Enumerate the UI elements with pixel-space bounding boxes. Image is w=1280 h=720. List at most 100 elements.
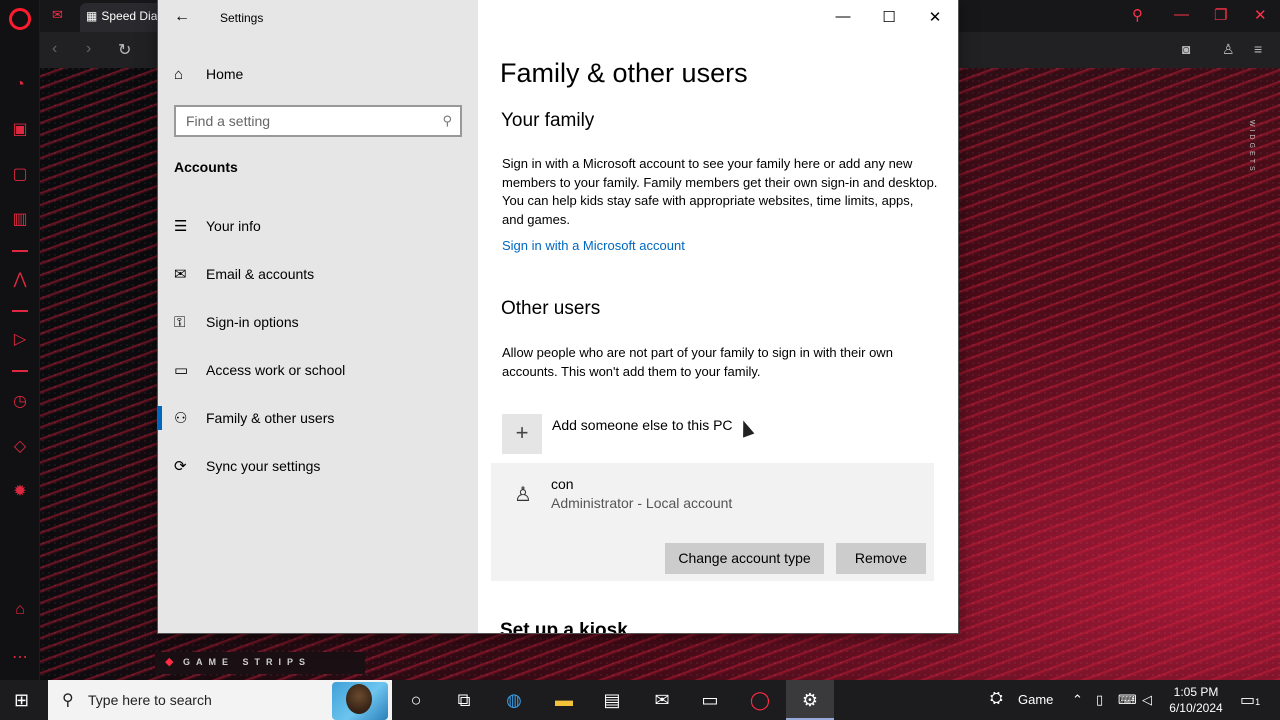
accounts-nav-list: ☰ Your info ✉ Email & accounts ⚿ Sign-in…: [158, 202, 478, 490]
cortana-icon[interactable]: ○: [392, 680, 440, 720]
notification-count: 1: [1255, 697, 1261, 707]
nav-item-sign-in-options[interactable]: ⚿ Sign-in options: [158, 298, 478, 346]
terminal-icon[interactable]: ▭: [686, 680, 734, 720]
cube-icon[interactable]: ◇: [10, 437, 30, 457]
opera-logo-icon[interactable]: [9, 8, 31, 30]
mouse-cursor-icon: [737, 418, 755, 438]
add-someone-button[interactable]: + Add someone else to this PC: [502, 414, 733, 454]
search-icon: ⚲: [62, 692, 74, 709]
task-view-icon[interactable]: ⧉: [440, 680, 488, 720]
edge-icon[interactable]: ◍: [490, 680, 538, 720]
hockey-icon[interactable]: ⛭: [990, 690, 1003, 708]
user-account-card[interactable]: ♙ con Administrator - Local account Chan…: [491, 463, 934, 581]
kiosk-heading: Set up a kiosk: [500, 620, 628, 633]
weather-label[interactable]: Game: [1018, 692, 1053, 707]
user-name: con: [551, 476, 574, 492]
maximize-icon[interactable]: ☐: [879, 8, 899, 26]
nav-item-email-accounts[interactable]: ✉ Email & accounts: [158, 250, 478, 298]
home-label: Home: [206, 66, 244, 82]
home-nav-item[interactable]: ⌂ Home: [174, 62, 243, 86]
window-title: Settings: [220, 11, 264, 25]
opera-gx-icon[interactable]: ◯: [736, 680, 784, 720]
network-icon[interactable]: ⌨: [1118, 692, 1137, 708]
chevron-up-icon[interactable]: ⌃: [1072, 692, 1083, 708]
add-someone-label: Add someone else to this PC: [552, 417, 733, 433]
home-icon: ⌂: [174, 65, 184, 83]
volume-muted-icon[interactable]: ◁: [1142, 692, 1152, 708]
nav-label: Access work or school: [206, 362, 346, 378]
search-icon[interactable]: ⚲: [442, 113, 452, 129]
minimize-icon[interactable]: —: [833, 8, 853, 25]
video-player-icon[interactable]: ▥: [10, 210, 30, 230]
settings-gear-icon[interactable]: ⚙: [786, 680, 834, 720]
nav-item-sync-settings[interactable]: ⟳ Sync your settings: [158, 442, 478, 490]
remove-button[interactable]: Remove: [836, 543, 926, 574]
bag-icon[interactable]: ▣: [10, 120, 30, 140]
nav-label: Sync your settings: [206, 458, 321, 474]
forward-icon[interactable]: ›: [86, 40, 91, 58]
taskbar-search-input[interactable]: ⚲ Type here to search: [48, 680, 392, 720]
mail-icon[interactable]: ✉: [638, 680, 686, 720]
restore-icon[interactable]: ❐: [1214, 6, 1227, 24]
windows-start-icon[interactable]: ⊞: [14, 690, 29, 711]
search-tabs-icon[interactable]: ⚲: [1132, 6, 1143, 24]
microsoft-sign-in-link[interactable]: Sign in with a Microsoft account: [502, 238, 685, 253]
device-icon[interactable]: ▯: [1096, 692, 1103, 708]
nav-item-your-info[interactable]: ☰ Your info: [158, 202, 478, 250]
speedometer-icon[interactable]: ◔: [10, 75, 30, 95]
reload-icon[interactable]: ↻: [118, 40, 131, 60]
your-family-heading: Your family: [501, 110, 595, 131]
nav-label: Email & accounts: [206, 266, 315, 282]
your-family-description: Sign in with a Microsoft account to see …: [502, 156, 938, 227]
settings-content-pane: — ☐ ✕ Family & other users Your family S…: [478, 0, 958, 633]
settings-window: ← Settings ⌂ Home Find a setting ⚲ Accou…: [158, 0, 958, 633]
back-icon[interactable]: ‹: [52, 40, 57, 58]
menu-icon[interactable]: ≡: [1254, 41, 1262, 57]
store-icon[interactable]: ▤: [588, 680, 636, 720]
file-explorer-icon[interactable]: ▬: [540, 680, 588, 720]
plus-icon: +: [502, 414, 542, 454]
search-highlight-image[interactable]: [332, 682, 388, 720]
user-avatar-icon: ♙: [503, 475, 543, 515]
people-icon: ⚇: [174, 410, 188, 427]
search-placeholder: Find a setting: [186, 113, 271, 129]
section-title: Accounts: [174, 159, 238, 175]
windows-taskbar: ⊞ ⚲ Type here to search ○ ⧉ ◍ ▬ ▤ ✉ ▭ ◯ …: [0, 680, 1280, 720]
gamepad-icon[interactable]: ✉: [52, 7, 68, 23]
player-icon[interactable]: ▷: [10, 330, 30, 350]
taskbar-clock[interactable]: 1:05 PM 6/10/2024: [1166, 684, 1226, 716]
nav-item-access-work[interactable]: ▭ Access work or school: [158, 346, 478, 394]
account-icon[interactable]: ♙: [1222, 41, 1235, 58]
widgets-label[interactable]: WIDGETS: [1241, 120, 1255, 220]
more-icon[interactable]: ⋯: [10, 648, 30, 668]
notification-center-icon[interactable]: ▭1: [1240, 690, 1260, 710]
back-arrow-icon[interactable]: ←: [174, 8, 190, 26]
page-title: Family & other users: [500, 58, 748, 88]
clock-time: 1:05 PM: [1173, 685, 1219, 699]
aria-icon[interactable]: ⋀: [10, 270, 30, 290]
nav-label: Your info: [206, 218, 261, 234]
sidebar-divider: [12, 370, 28, 372]
settings-gear-icon[interactable]: ✹: [10, 482, 30, 502]
other-users-description: Allow people who are not part of your fa…: [502, 345, 893, 379]
grid-icon: ▦: [86, 9, 98, 23]
twitch-icon[interactable]: ▢: [10, 165, 30, 185]
user-account-type: Administrator - Local account: [551, 495, 733, 511]
settings-search-input[interactable]: Find a setting ⚲: [174, 105, 462, 137]
camera-icon[interactable]: ◙: [1182, 41, 1190, 57]
close-icon[interactable]: ✕: [1254, 6, 1267, 24]
sync-icon: ⟳: [174, 458, 187, 475]
nav-item-family-other-users[interactable]: ⚇ Family & other users: [158, 394, 478, 442]
sidebar-divider: [12, 310, 28, 312]
game-strips-banner[interactable]: ◆ GAME STRIPS: [155, 652, 365, 674]
opera-sidebar: ◔ ▣ ▢ ▥ ⋀ ▷ ◷ ◇ ✹ ⌂ ⋯: [0, 0, 40, 680]
change-account-type-button[interactable]: Change account type: [665, 543, 824, 574]
close-icon[interactable]: ✕: [925, 8, 945, 26]
gx-control-icon[interactable]: ⌂: [10, 600, 30, 620]
nav-label: Sign-in options: [206, 314, 299, 330]
briefcase-icon: ▭: [174, 362, 189, 379]
history-icon[interactable]: ◷: [10, 392, 30, 412]
minimize-icon[interactable]: —: [1174, 6, 1189, 23]
clock-date: 6/10/2024: [1169, 701, 1223, 715]
mail-icon: ✉: [174, 266, 187, 283]
